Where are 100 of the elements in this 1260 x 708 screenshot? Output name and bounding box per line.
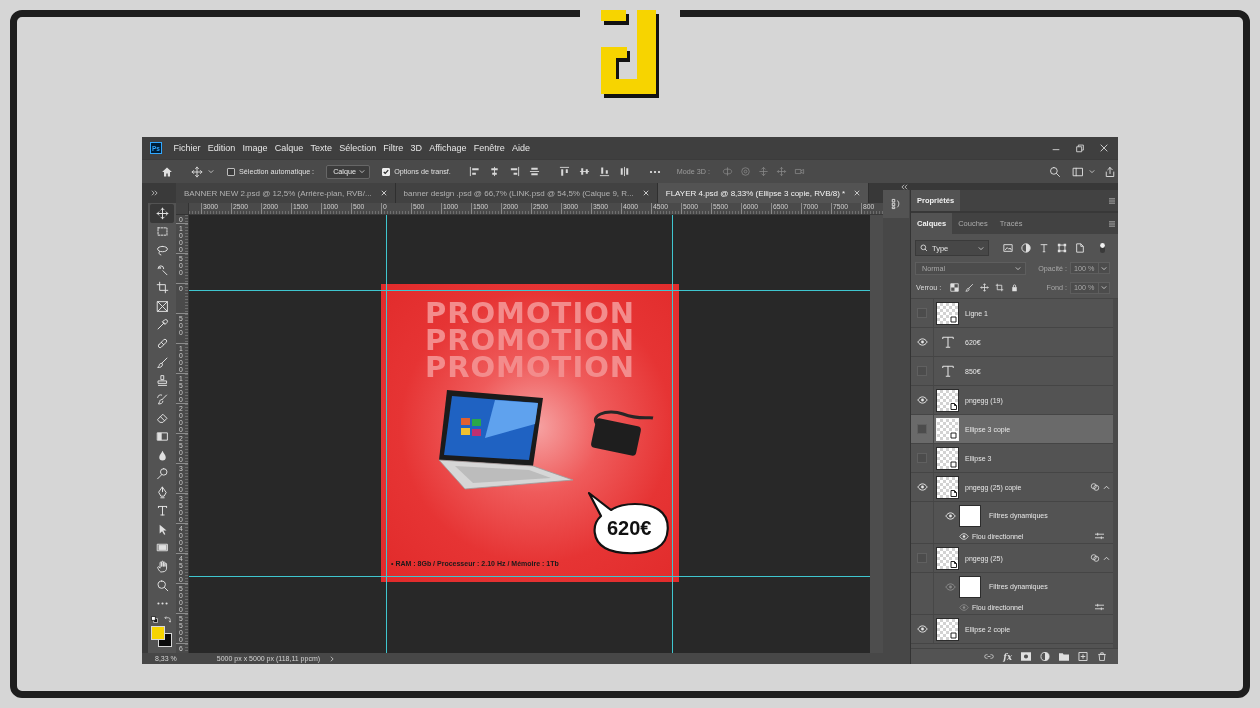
menu-item[interactable]: Fenêtre [470,143,509,153]
menu-item[interactable]: Affichage [425,143,471,153]
caret-up-icon[interactable] [1103,555,1110,561]
search-icon [920,244,928,252]
overlapping-circles-icon [1090,553,1100,563]
home-icon[interactable] [161,165,173,178]
distribute-horizontal-icon[interactable] [528,166,540,177]
watermark-text: PROMOTION [424,327,636,354]
move-icon[interactable] [980,283,990,292]
document-tab[interactable]: FLAYER 4.psd @ 8,33% (Ellipse 3 copie, RVB/8) * [657,183,870,203]
letter-t-icon [940,335,955,349]
menu-item[interactable]: Fichier [170,143,205,153]
close-icon[interactable] [380,190,387,196]
menu-item[interactable]: 3D [406,143,426,153]
menu-icon[interactable] [1109,197,1115,204]
caret-down-icon[interactable] [978,245,984,251]
stamp-icon [155,374,169,388]
bandage-icon [155,336,169,350]
checkbox[interactable] [227,167,235,176]
document-tab[interactable]: BANNER NEW 2.psd @ 12,5% (Arrière-plan, RVB/... [176,183,396,203]
scrollbar[interactable] [870,215,883,653]
hand-icon [155,560,169,574]
double-chevron-left-icon[interactable] [901,183,908,190]
square-badge-icon [949,314,958,324]
align-right-icon[interactable] [508,166,520,177]
close-icon[interactable] [642,190,649,196]
menu-item[interactable]: Sélection [335,143,380,153]
properties-button[interactable] [883,190,909,218]
overlapping-squares-icon[interactable] [151,616,158,624]
selection-brush-icon [155,262,169,276]
letter-t-icon [940,364,955,378]
letter-t-icon[interactable] [1039,243,1049,253]
mask-icon[interactable] [1021,652,1031,661]
move-tool-button[interactable] [150,204,174,223]
document-badge-icon [949,401,958,411]
caret-down-icon[interactable] [208,169,214,174]
share-icon[interactable] [1104,165,1116,178]
image-icon[interactable] [1003,243,1013,253]
swap-arrows-icon[interactable] [164,616,171,624]
watermark-text: PROMOTION [424,300,636,327]
letter-t-icon [155,504,169,518]
document-icon[interactable] [1075,243,1085,253]
align-top-icon[interactable] [558,166,570,177]
caret-down-icon[interactable] [359,169,366,174]
move-icon[interactable] [191,165,203,178]
lollipop-icon [155,467,169,481]
menu-item[interactable]: Texte [306,143,336,153]
properties-icon [891,198,901,210]
menu-item[interactable]: Image [238,143,272,153]
magnifier-icon [155,578,169,592]
menu-item[interactable]: Calque [271,143,307,153]
effects-button[interactable]: fx [1003,651,1012,662]
caret-up-icon[interactable] [1103,484,1110,490]
document-tab[interactable]: banner design .psd @ 66,7% (LINK.psd @ 54,5% (Calque 9, R... [395,183,658,203]
link-icon[interactable] [984,652,995,661]
align-left-icon[interactable] [468,166,480,177]
align-bottom-icon[interactable] [598,166,610,177]
eyedropper-icon [155,318,169,332]
trash-icon[interactable] [1097,652,1107,661]
brush-with-arrow-icon [155,392,169,406]
toggle-icon[interactable] [1099,242,1106,254]
distribute-vertical-icon[interactable] [618,166,630,177]
panel-layout-icon[interactable] [1072,165,1084,178]
close-icon[interactable] [854,190,861,196]
scrollbar[interactable] [1113,299,1118,648]
checkerboard-icon[interactable] [950,283,960,292]
crop-marks-icon[interactable] [995,283,1005,292]
foreground-swatch-icon[interactable] [151,626,165,641]
caret-down-icon[interactable] [1101,285,1107,290]
double-chevron-right-icon[interactable] [151,190,158,196]
menu-item[interactable]: Filtre [379,143,407,153]
visibility-toggle[interactable] [917,424,927,434]
logo-icon [598,7,662,99]
price-text: 620€ [607,517,652,540]
lock-icon[interactable] [1010,283,1020,292]
brush-icon[interactable] [965,283,975,292]
align-center-icon[interactable] [488,166,500,177]
shape-icon[interactable] [1057,243,1067,253]
chevron-right-icon[interactable] [330,655,335,662]
square-badge-icon [949,430,958,440]
sliders-icon[interactable] [1095,603,1104,611]
lasso-icon [155,244,169,257]
dashed-rectangle-icon [155,225,169,239]
menu-item[interactable]: Aide [508,143,534,153]
filter-mask-thumbnail [959,575,981,598]
sliders-icon[interactable] [1095,532,1104,540]
menu-item[interactable]: Edition [204,143,239,153]
menu-icon[interactable] [1109,220,1115,227]
more-icon[interactable] [648,169,661,174]
folder-icon[interactable] [1059,652,1069,661]
caret-down-icon[interactable] [1089,169,1095,174]
square-badge-icon [949,630,958,640]
document-badge-icon [949,559,958,569]
search-icon[interactable] [1049,165,1061,178]
align-middle-icon[interactable] [578,166,590,177]
restore-icon[interactable] [1075,143,1085,153]
gradient-icon [155,429,169,443]
crop-icon [155,281,169,295]
dropdown-button[interactable] [1099,281,1110,294]
close-icon[interactable] [1099,143,1109,153]
